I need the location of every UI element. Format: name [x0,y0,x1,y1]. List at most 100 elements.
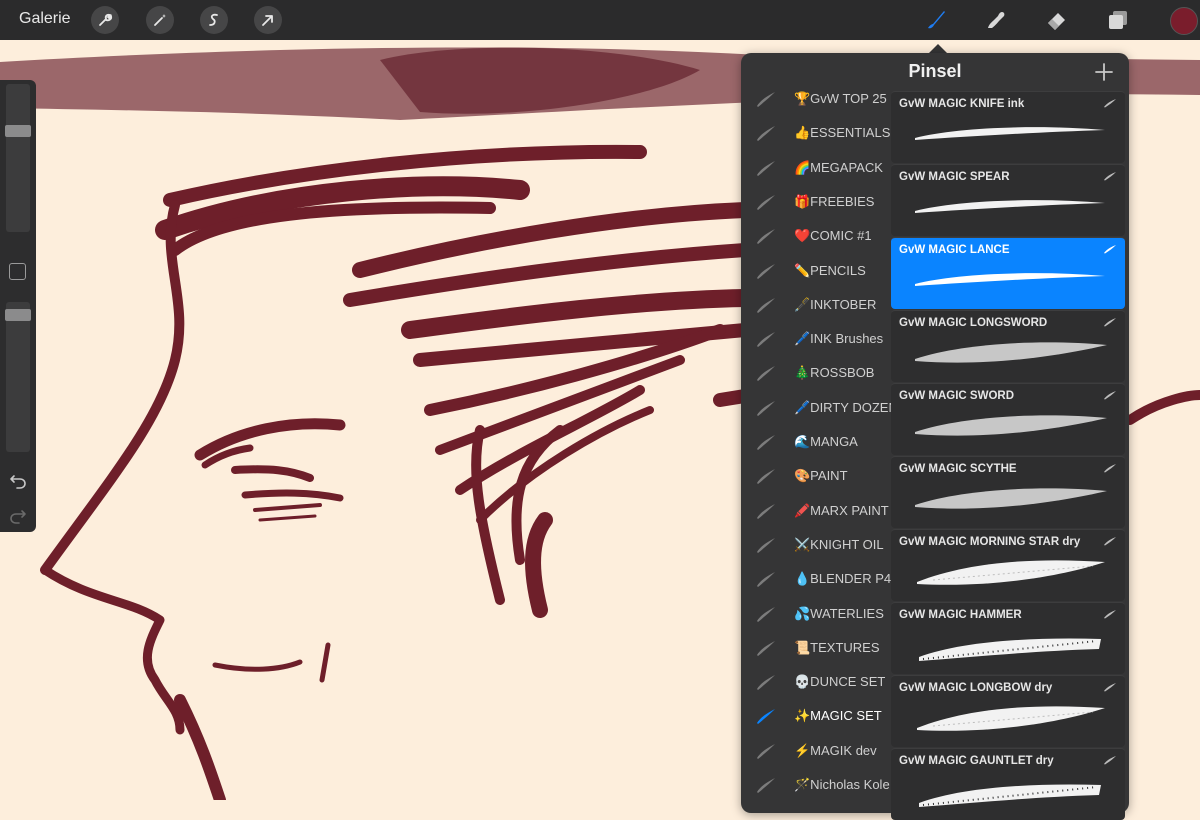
brush-set-item[interactable]: 🏆GvW TOP 25 [741,83,891,117]
brush-set-item[interactable]: ✏️PENCILS [741,255,891,289]
brush-set-item[interactable]: 🪄Nicholas Kole [741,769,891,803]
brush-set-item[interactable]: ⚡MAGIK dev [741,735,891,769]
brush-name: GvW MAGIC KNIFE ink [899,98,1025,110]
selection-s-icon[interactable] [200,6,228,34]
color-swatch[interactable] [1170,7,1198,35]
brush-item[interactable]: GvW MAGIC SCYTHE [891,456,1125,528]
brush-mini-stroke-icon [1104,683,1116,692]
brush-set-stroke-icon [757,640,775,656]
brush-set-label: ⚔️KNIGHT OIL [794,536,884,552]
brush-set-stroke-icon [757,126,775,142]
brush-stroke-preview [915,200,1105,213]
brush-item[interactable]: GvW MAGIC MORNING STAR dry [891,529,1125,601]
brush-set-item[interactable]: 📜TEXTURES [741,632,891,666]
brush-mini-stroke-icon [1104,172,1116,181]
add-brush-button[interactable] [1093,61,1115,83]
brush-set-stroke-icon [757,503,775,519]
brush-set-label: ✏️PENCILS [794,262,866,278]
brush-set-item[interactable]: ✨MAGIC SET [741,700,891,734]
brush-item[interactable]: GvW MAGIC KNIFE ink [891,91,1125,163]
brush-set-label: ✨MAGIC SET [794,708,882,724]
brush-stroke-preview [917,706,1105,731]
brush-set-item[interactable]: 💀DUNCE SET [741,666,891,700]
brush-set-label: 🎄ROSSBOB [794,365,875,381]
brush-set-stroke-icon [757,160,775,176]
brush-stroke-preview [915,273,1105,286]
brush-name: GvW MAGIC LANCE [899,244,1010,256]
brush-set-label: 👍ESSENTIALS [794,125,891,141]
brush-set-item[interactable]: ❤️COMIC #1 [741,220,891,254]
brush-name: GvW MAGIC SCYTHE [899,463,1017,475]
opacity-slider[interactable] [6,302,30,452]
redo-icon[interactable] [8,506,28,526]
brush-set-item[interactable]: 🖊️DIRTY DOZEN [741,392,898,426]
brush-set-stroke-icon [757,743,775,759]
left-sidebar [0,80,36,532]
brush-size-thumb[interactable] [5,124,31,137]
brush-size-slider[interactable] [6,84,30,232]
brush-item[interactable]: GvW MAGIC HAMMER [891,602,1125,674]
brush-set-label: 🎁FREEBIES [794,193,875,209]
brush-item[interactable]: GvW MAGIC SWORD [891,383,1125,455]
brush-set-stroke-icon [757,297,775,313]
layers-icon[interactable] [1104,6,1132,34]
brush-item[interactable]: GvW MAGIC LANCE [891,237,1125,309]
wrench-icon[interactable] [91,6,119,34]
gallery-button[interactable]: Galerie [19,10,71,28]
brush-set-label: 🪄Nicholas Kole [794,777,890,792]
brush-set-label: 🎨PAINT [794,468,848,484]
brush-stroke-preview [919,784,1101,807]
brush-mini-stroke-icon [1104,464,1116,473]
brush-name: GvW MAGIC SPEAR [899,171,1010,183]
eraser-icon[interactable] [1043,6,1071,34]
brush-stroke-preview [915,415,1107,436]
brush-item[interactable]: GvW MAGIC SPEAR [891,164,1125,236]
brush-set-label: 🏆GvW TOP 25 [794,91,887,106]
brush-set-item[interactable]: 💦WATERLIES [741,598,891,632]
top-toolbar: Galerie [0,0,1200,40]
brush-set-item[interactable]: 👍ESSENTIALS [741,117,891,151]
brush-name: GvW MAGIC SWORD [899,390,1014,402]
brush-stroke-preview [917,560,1105,585]
brush-item[interactable]: GvW MAGIC LONGBOW dry [891,675,1125,747]
brush-set-stroke-icon [757,435,775,450]
opacity-thumb[interactable] [5,308,31,321]
brush-set-item[interactable]: 🌊MANGA [741,426,891,460]
undo-icon[interactable] [8,471,28,491]
brush-set-label: 💧BLENDER P4 [794,571,892,587]
brush-set-item[interactable]: ⚔️KNIGHT OIL [741,529,891,563]
brush-name: GvW MAGIC LONGBOW dry [899,682,1053,694]
transform-arrow-icon[interactable] [254,6,282,34]
brush-set-label: 🖊️DIRTY DOZEN [794,399,898,415]
brush-set-stroke-icon [757,400,775,416]
brush-item[interactable]: GvW MAGIC GAUNTLET dry [891,748,1125,820]
brush-stroke-preview [915,127,1105,140]
brush-set-item[interactable]: 🎄ROSSBOB [741,357,891,391]
brush-name: GvW MAGIC GAUNTLET dry [899,755,1054,767]
brush-stroke-preview [919,638,1101,661]
brush-set-item[interactable]: 💧BLENDER P4 [741,563,891,597]
brush-set-item[interactable]: 🖋️INKTOBER [741,289,891,323]
brush-set-item[interactable]: 🌈MEGAPACK [741,152,891,186]
brush-set-stroke-icon [757,469,775,485]
brush-item[interactable]: GvW MAGIC LONGSWORD [891,310,1125,382]
brush-set-stroke-icon [757,229,775,245]
brush-set-item[interactable]: 🖊️INK Brushes [741,323,891,357]
smudge-icon[interactable] [982,6,1010,34]
panel-title: Pinsel [908,61,962,81]
brush-mini-stroke-icon [1104,245,1116,254]
brush-set-stroke-icon [757,194,775,210]
brush-set-item[interactable]: 🎨PAINT [741,460,891,494]
brush-set-item[interactable]: 🎁FREEBIES [741,186,891,220]
brush-set-item[interactable]: 🖍️MARX PAINT [741,495,891,529]
brush-mini-stroke-icon [1104,610,1116,619]
brush-set-stroke-icon [757,606,775,622]
modify-square-button[interactable] [9,263,26,280]
brush-mini-stroke-icon [1104,318,1116,327]
brush-name: GvW MAGIC MORNING STAR dry [899,536,1081,548]
brush-set-stroke-icon [757,778,775,793]
magic-wand-icon[interactable] [146,6,174,34]
brush-icon[interactable] [921,6,949,34]
brush-mini-stroke-icon [1104,99,1116,108]
brush-set-label: 🖊️INK Brushes [794,331,884,347]
